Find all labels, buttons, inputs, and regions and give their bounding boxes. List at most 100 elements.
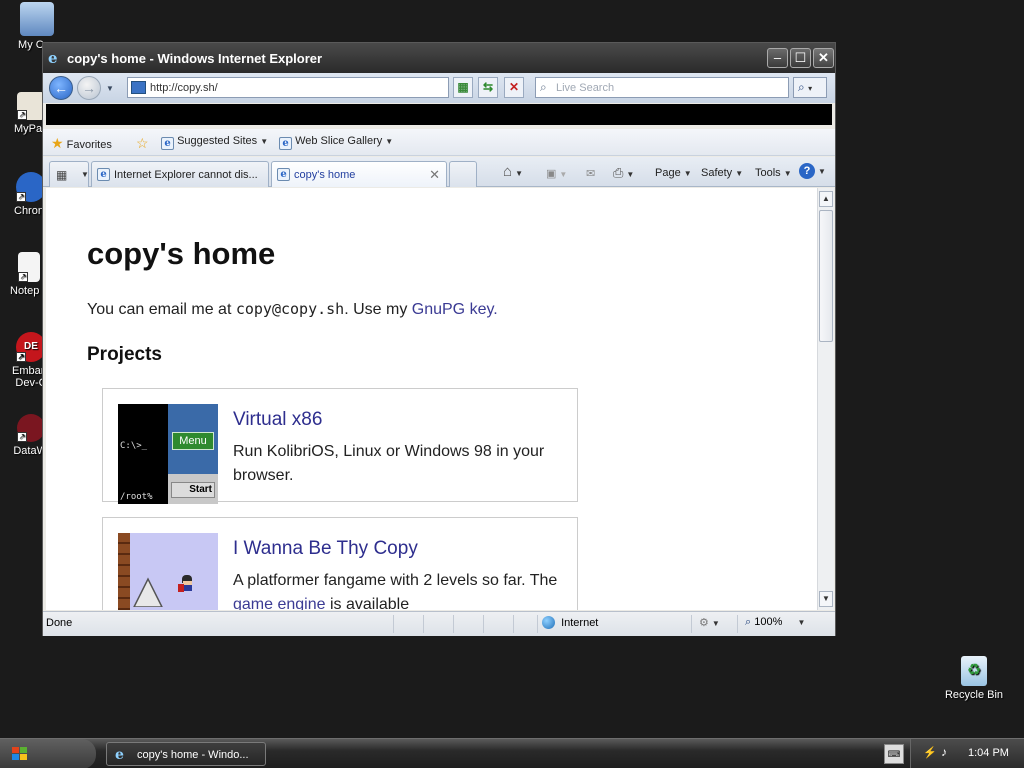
intro-suffix: . [493,301,498,318]
status-divider [453,615,454,633]
zone-indicator[interactable]: Internet [542,616,598,629]
favorites-button[interactable]: ★ Favorites [51,135,112,152]
project-description: Run KolibriOS, Linux or Windows 98 in yo… [233,443,545,484]
read-mail-button[interactable]: ✉ [586,167,595,180]
tab-ie-cannot-display[interactable]: e Internet Explorer cannot dis... [91,161,269,187]
status-divider [393,615,394,633]
status-divider [483,615,484,633]
projects-heading: Projects [87,344,162,365]
protected-mode-button[interactable]: ⚙ ▼ [699,616,720,629]
game-engine-link[interactable]: game engine [233,596,326,610]
address-bar[interactable] [127,77,449,98]
project-title-link[interactable]: Virtual x86 [233,409,322,431]
maximize-button[interactable]: ☐ [790,48,811,68]
page-title: copy's home [87,236,276,271]
description-suffix: is available [325,596,410,610]
windows-logo-icon [12,747,28,761]
intro-mid: . Use my [344,301,412,318]
project-card-virtual-x86[interactable]: C:\>_ /root% Menu Start Virtual x86 Run … [102,388,578,504]
project-card-i-wanna-be-thy-copy[interactable]: I Wanna Be Thy Copy A platformer fangame… [102,517,578,610]
thumb-start: Start [171,482,215,498]
new-tab-button[interactable] [449,161,477,187]
tab-label: Internet Explorer cannot dis... [114,169,258,181]
intro-prefix: You can email me at [87,301,236,318]
status-bar: Done Internet ⚙ ▼ ⌕ 100% ▼ [43,611,835,636]
globe-icon [542,616,555,629]
project-title-link[interactable]: I Wanna Be Thy Copy [233,538,418,560]
page-menu-label: Page [655,167,681,179]
email-address: copy@copy.sh [235,300,345,318]
quick-tabs-icon: ▦ [56,168,68,182]
chevron-down-icon: ▼ [515,169,523,178]
status-divider [537,615,538,633]
close-button[interactable]: ✕ [813,48,834,68]
thumb-taskbar: Start [168,474,218,504]
start-button[interactable] [0,739,96,768]
virtual-x86-thumbnail: C:\>_ /root% Menu Start [118,404,218,504]
search-input[interactable] [556,80,784,95]
page-menu[interactable]: Page ▼ [655,167,692,179]
thumb-desktop: Menu [168,404,218,474]
status-divider [513,615,514,633]
forward-button[interactable]: → [77,76,101,100]
recent-pages-dropdown[interactable]: ▼ [106,84,114,93]
desktop-icon-recycle-bin[interactable]: ♻ Recycle Bin [939,656,1009,701]
volume-icon[interactable]: ♪ [941,745,947,759]
spike-icon [133,577,163,607]
scrollbar-thumb[interactable] [819,210,833,342]
page-icon [131,81,146,94]
zoom-level: 100% [754,616,783,628]
internet-explorer-icon: e [277,168,290,181]
zoom-button[interactable]: ⌕ 100% ▼ [745,616,805,629]
compatibility-view-button[interactable]: ▦ [453,77,473,98]
web-slice-gallery-button[interactable]: e Web Slice Gallery ▼ [279,135,393,150]
clock[interactable]: 1:04 PM [968,747,1009,759]
thumb-terminal: C:\>_ /root% [118,404,168,504]
internet-explorer-icon: e [48,49,58,67]
scroll-down-button[interactable]: ▼ [819,591,833,607]
taskbar-item-ie[interactable]: e copy's home - Windo... [106,742,266,766]
minimize-button[interactable]: – [767,48,788,68]
tab-bar: ▦ ▼ e Internet Explorer cannot dis... e … [43,157,835,187]
safety-menu[interactable]: Safety ▼ [701,167,743,179]
scroll-up-button[interactable]: ▲ [819,191,833,207]
keyboard-icon[interactable]: ⌨ [884,744,904,764]
chevron-down-icon: ▼ [797,618,806,627]
tools-menu[interactable]: Tools ▼ [755,167,792,179]
window-title: copy's home - Windows Internet Explorer [67,51,323,66]
chevron-down-icon: ▼ [818,167,826,176]
page-content: copy's home You can email me at copy@cop… [46,188,817,610]
search-box[interactable]: ⌕ [535,77,789,98]
gnupg-key-link[interactable]: GnuPG key [412,301,494,318]
shortcut-arrow-icon: ↗ [16,352,26,362]
quick-tabs-button[interactable]: ▦ ▼ [49,161,89,187]
shortcut-arrow-icon: ↗ [17,432,27,442]
vertical-scrollbar[interactable]: ▲ ▼ [817,188,834,610]
back-button[interactable]: ← [49,76,73,100]
add-to-favorites-bar-button[interactable]: ☆ [136,135,149,152]
chevron-down-icon: ▼ [260,137,269,146]
network-icon[interactable]: ⚡ [923,746,937,759]
refresh-button[interactable]: ⇆ [478,77,498,98]
title-bar[interactable]: e copy's home - Windows Internet Explore… [43,43,835,73]
thumb-root: /root% [120,492,153,502]
help-icon: ? [799,163,815,179]
recycle-bin-icon: ♻ [961,656,987,686]
thumb-brick-wall [118,533,130,610]
home-button[interactable]: ⌂ ▼ [503,163,523,180]
intro-text: You can email me at copy@copy.sh. Use my… [87,300,498,319]
print-button[interactable]: ⎙ ▼ [613,165,634,181]
desktop-icon-label: Recycle Bin [944,689,1004,701]
datawatch-icon: ↗ [17,414,45,442]
stop-button[interactable]: ✕ [504,77,524,98]
search-icon: ⌕ [540,80,547,94]
tab-copys-home[interactable]: e copy's home ✕ [271,161,447,187]
search-button[interactable]: ⌕ ▾ [793,77,827,98]
shortcut-arrow-icon: ↗ [16,192,26,202]
close-tab-icon[interactable]: ✕ [429,167,440,183]
feeds-button[interactable]: ▣ ▼ [546,167,567,180]
help-button[interactable]: ? ▼ [799,163,826,179]
url-input[interactable] [150,80,440,95]
notepad-icon: ↗ [18,252,40,282]
suggested-sites-button[interactable]: e Suggested Sites ▼ [161,135,268,150]
